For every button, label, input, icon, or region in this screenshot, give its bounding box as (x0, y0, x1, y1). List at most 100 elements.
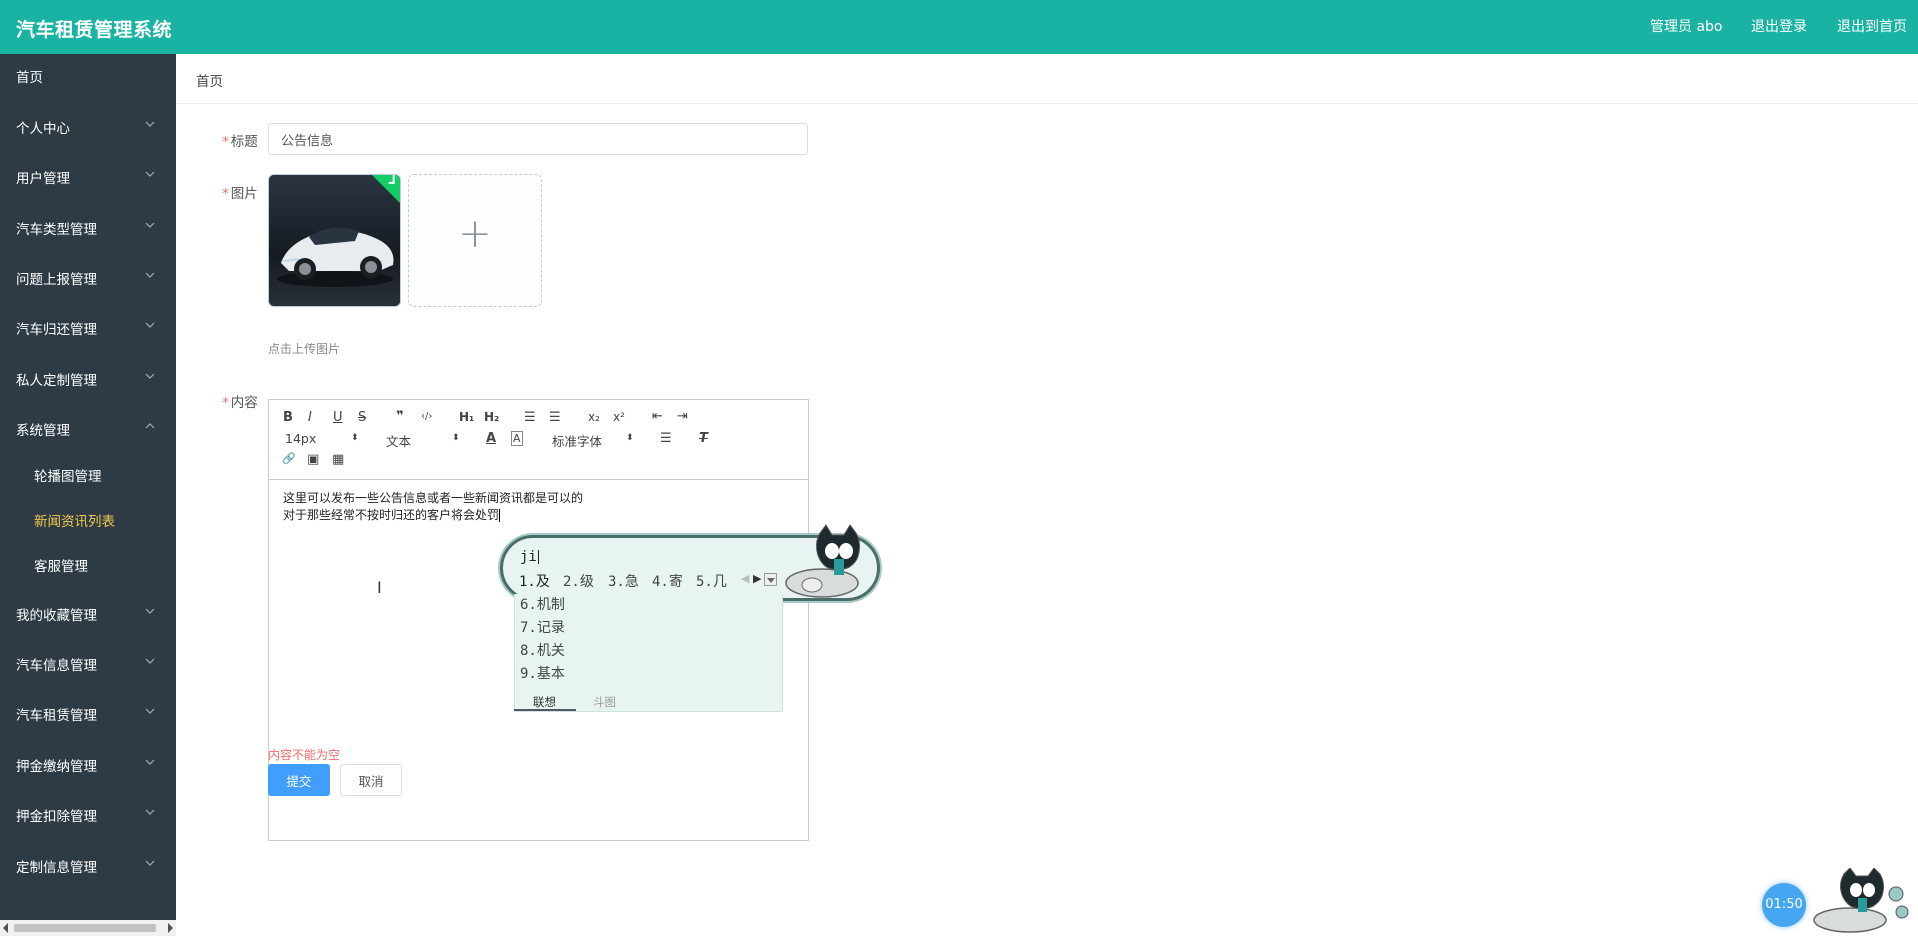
ime-candidate[interactable]: 2.级 (563, 571, 594, 591)
sidebar-item-label: 个人中心 (16, 121, 70, 137)
sidebar-item-label: 我的收藏管理 (16, 608, 97, 624)
sidebar-item-private-custom-management[interactable]: 私人定制管理 (0, 356, 176, 400)
link-button[interactable]: 🔗 (282, 452, 296, 465)
upload-tip: 点击上传图片 (268, 342, 341, 356)
heading1-button[interactable]: H₁ (459, 410, 474, 424)
underline-button[interactable]: U (333, 410, 343, 425)
submenu-item-customer-service-management[interactable]: 客服管理 (0, 544, 176, 584)
ime-tab-sticker[interactable]: 斗图 (593, 694, 616, 710)
sidebar-item-label: 押金扣除管理 (16, 809, 97, 825)
sidebar-item-personal-center[interactable]: 个人中心 (0, 104, 176, 148)
sidebar-item-home[interactable]: 首页 (0, 54, 176, 98)
ordered-list-button[interactable]: ☰ (524, 410, 536, 425)
font-family-select[interactable]: 标准字体 ⬍ (552, 431, 640, 450)
superscript-button[interactable]: x² (613, 410, 625, 424)
ime-candidate[interactable]: 5.几 (696, 571, 727, 591)
scrollbar-thumb[interactable] (14, 924, 156, 932)
submenu-item-news-list[interactable]: 新闻资讯列表 (0, 499, 176, 539)
bold-button[interactable]: B (283, 410, 293, 425)
font-size-select[interactable]: 14px ⬍ (285, 431, 365, 446)
font-family-value: 标准字体 (552, 434, 603, 449)
chevron-down-icon (144, 655, 156, 667)
sidebar-item-issue-report-management[interactable]: 问题上报管理 (0, 255, 176, 299)
sidebar-item-custom-info-management[interactable]: 定制信息管理 (0, 843, 176, 887)
heading2-button[interactable]: H₂ (484, 410, 499, 424)
sidebar-item-favorites-management[interactable]: 我的收藏管理 (0, 591, 176, 635)
sidebar-item-label: 问题上报管理 (16, 272, 97, 288)
scroll-right-arrow-icon[interactable] (168, 923, 173, 933)
editor-content[interactable]: 这里可以发布一些公告信息或者一些新闻资讯都是可以的 对于那些经常不按时归还的客户… (283, 490, 583, 524)
text-color-button[interactable]: A (486, 431, 496, 446)
image-button[interactable]: ▣ (307, 452, 319, 467)
cancel-button[interactable]: 取消 (340, 764, 402, 796)
text-format-select[interactable]: 文本 ⬍ (386, 431, 466, 450)
sidebar-item-car-type-management[interactable]: 汽车类型管理 (0, 205, 176, 249)
outdent-button[interactable]: ⇤ (652, 409, 663, 424)
image-label: * 图片 (222, 182, 258, 202)
sidebar-item-system-management[interactable]: 系统管理 (0, 406, 176, 450)
admin-user-link[interactable]: 管理员 abo (1650, 16, 1722, 36)
video-button[interactable]: ▦ (332, 452, 344, 467)
ime-candidate[interactable]: 9.基本 (520, 663, 565, 683)
ime-caret (537, 550, 539, 564)
logout-link[interactable]: 退出登录 (1751, 16, 1807, 36)
submit-button[interactable]: 提交 (268, 764, 330, 796)
sidebar-item-label: 汽车归还管理 (16, 322, 97, 338)
background-color-button[interactable]: A (511, 431, 523, 446)
ime-candidate[interactable]: 8.机关 (520, 640, 565, 660)
sidebar-item-deposit-deduction-management[interactable]: 押金扣除管理 (0, 792, 176, 836)
chevron-down-icon (144, 168, 156, 180)
submenu-item-carousel-management[interactable]: 轮播图管理 (0, 454, 176, 494)
ime-next-icon[interactable]: ▶ (753, 572, 761, 585)
sidebar-item-car-rental-management[interactable]: 汽车租赁管理 (0, 691, 176, 735)
title-input[interactable] (268, 123, 808, 155)
back-to-home-link[interactable]: 退出到首页 (1837, 16, 1907, 36)
title-label-text: 标题 (230, 134, 258, 150)
sidebar: 首页 个人中心 用户管理 汽车类型管理 问题上报管理 汽车归还管理 私人定制管理… (0, 54, 176, 936)
select-caret-icon: ⬍ (351, 433, 359, 443)
sidebar-item-car-return-management[interactable]: 汽车归还管理 (0, 305, 176, 349)
uploaded-car-image[interactable] (268, 174, 401, 307)
ime-candidate[interactable]: 3.急 (608, 571, 639, 591)
app-title: 汽车租赁管理系统 (16, 19, 173, 41)
sidebar-item-label: 汽车类型管理 (16, 222, 97, 238)
ime-tab-association[interactable]: 联想 (533, 694, 556, 710)
align-button[interactable]: ☰ (660, 431, 672, 446)
sidebar-horizontal-scrollbar[interactable] (0, 920, 176, 936)
image-upload-button[interactable]: + (408, 174, 542, 307)
ime-page-arrows[interactable]: ◀ ▶ (741, 572, 761, 585)
select-caret-icon: ⬍ (626, 433, 634, 443)
code-block-button[interactable]: ‹/› (421, 411, 432, 422)
ime-expand-dropdown-icon[interactable] (764, 573, 777, 586)
ime-candidate[interactable]: 6.机制 (520, 594, 565, 614)
breadcrumb-home[interactable]: 首页 (196, 70, 223, 90)
submenu-item-label: 新闻资讯列表 (34, 514, 115, 530)
scroll-left-arrow-icon[interactable] (3, 923, 8, 933)
sidebar-item-deposit-payment-management[interactable]: 押金缴纳管理 (0, 742, 176, 786)
ime-prev-icon[interactable]: ◀ (741, 572, 749, 585)
bullet-list-button[interactable]: ☰ (549, 410, 561, 425)
ime-candidate[interactable]: 1.及 (519, 571, 550, 591)
sidebar-item-car-info-management[interactable]: 汽车信息管理 (0, 641, 176, 685)
subscript-button[interactable]: x₂ (588, 410, 600, 424)
sidebar-item-user-management[interactable]: 用户管理 (0, 154, 176, 198)
sidebar-item-label: 定制信息管理 (16, 860, 97, 876)
font-size-value: 14px (285, 431, 317, 446)
blockquote-button[interactable]: ❞ (396, 409, 404, 424)
title-label: * 标题 (222, 130, 258, 150)
top-header: 汽车租赁管理系统 管理员 abo 退出登录 退出到首页 (0, 0, 1918, 54)
ime-candidate[interactable]: 7.记录 (520, 617, 565, 637)
chevron-down-icon (144, 605, 156, 617)
ime-candidate[interactable]: 4.寄 (652, 571, 683, 591)
clear-format-button[interactable]: T (699, 431, 708, 446)
validation-error: 内容不能为空 (268, 748, 341, 762)
strike-button[interactable]: S (358, 410, 366, 425)
ime-mascot-cat-icon (785, 524, 860, 598)
chevron-down-icon (144, 269, 156, 281)
chevron-down-icon (144, 219, 156, 231)
chevron-down-icon (144, 806, 156, 818)
required-mark: * (222, 186, 229, 202)
timer-badge[interactable]: 01:50 (1762, 883, 1806, 927)
italic-button[interactable]: I (308, 410, 312, 425)
indent-button[interactable]: ⇥ (677, 409, 688, 424)
